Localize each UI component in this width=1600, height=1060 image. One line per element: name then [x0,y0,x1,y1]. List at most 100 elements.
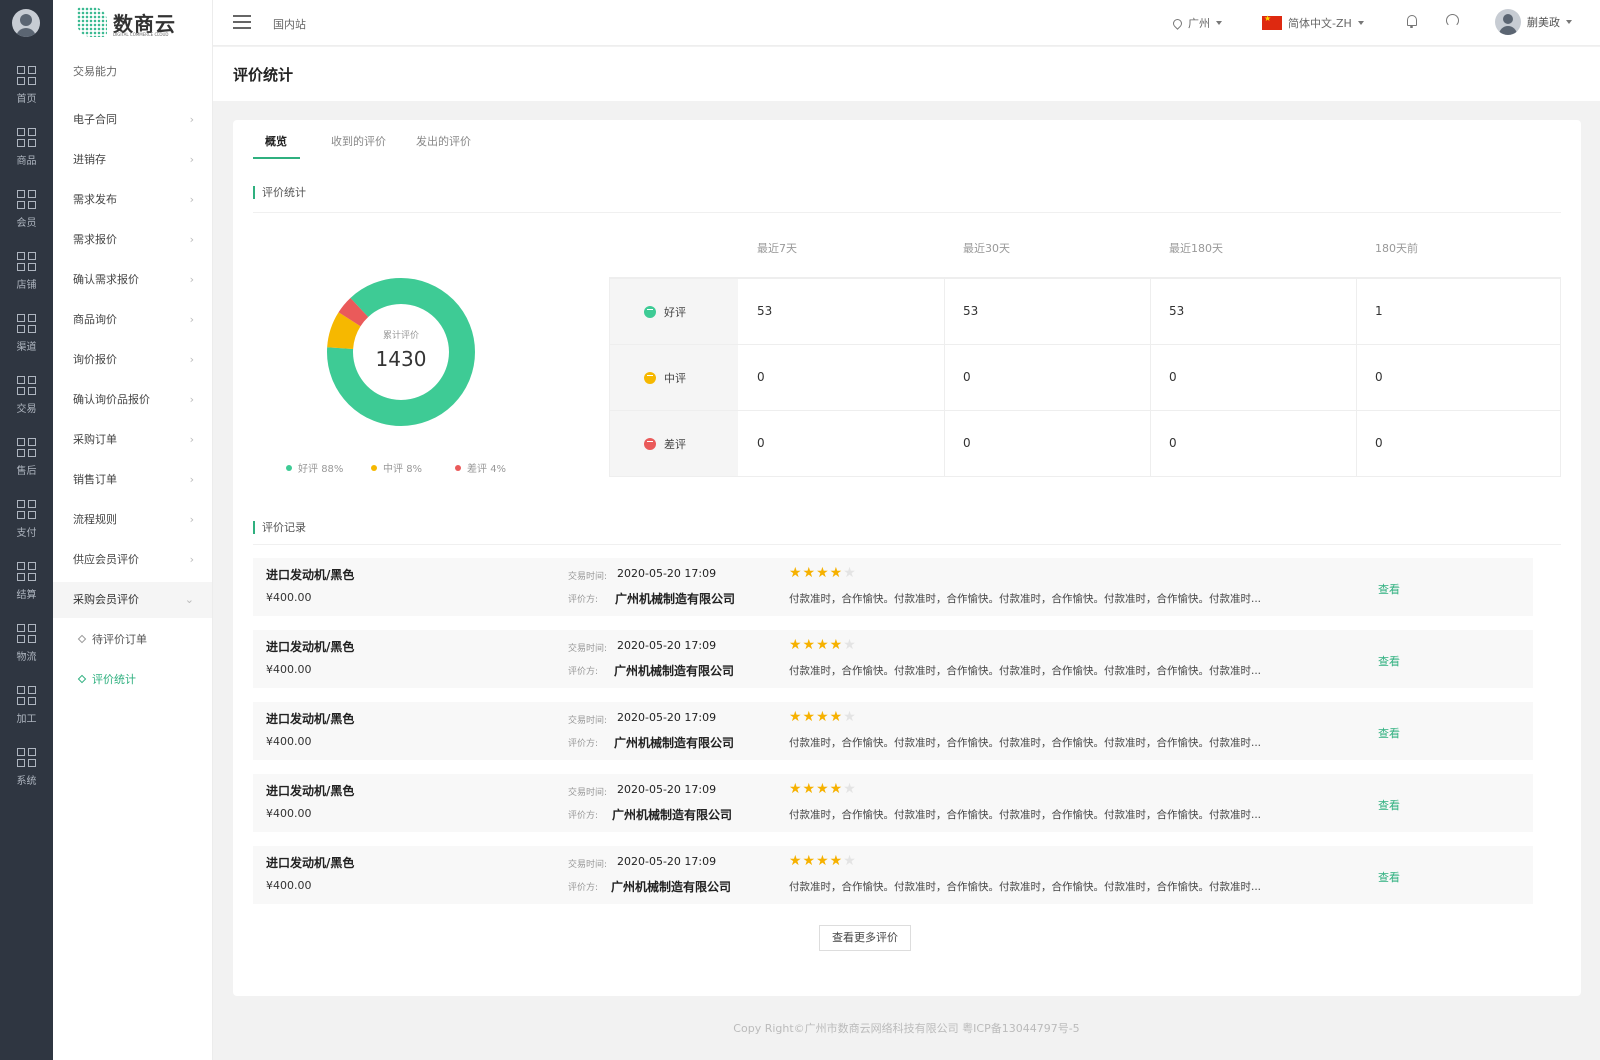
view-review-link[interactable]: 查看 [1378,869,1400,885]
legend-name: 中评 [383,464,403,475]
rail-item-settlement[interactable]: 结算 [0,562,53,622]
product-name: 进口发动机/黑色 [266,856,355,870]
menu-icon[interactable] [233,15,251,29]
sidebar-item-label: 进销存 [73,153,106,166]
sidebar-subitem-pending-orders[interactable]: 待评价订单 [53,622,212,658]
sidebar-subitem-label: 评价统计 [92,673,136,686]
location-selector[interactable]: 广州 [1171,15,1222,31]
tab-sent-reviews[interactable]: 发出的评价 [416,133,471,149]
sidebar-item-product-inquiry[interactable]: 商品询价 › [53,302,212,338]
user-menu[interactable]: 蒯美政 [1495,9,1572,35]
tab-received-reviews[interactable]: 收到的评价 [331,133,386,149]
rail-item-logistics[interactable]: 物流 [0,624,53,684]
rail-item-label: 渠道 [16,342,37,353]
view-review-link[interactable]: 查看 [1378,581,1400,597]
rating-stars: ★★★★★ [789,565,857,581]
product-price: ¥400.00 [266,735,312,748]
section-title-records: 评价记录 [253,521,306,534]
row-label-bad: 差评 [644,436,686,452]
sidebar-item-demand-publish[interactable]: 需求发布 › [53,182,212,218]
review-record: 进口发动机/黑色 ¥400.00 交易时间: 2020-05-20 17:09 … [253,558,1533,616]
review-stats-table: 好评 53 53 53 1 中评 0 0 0 0 差评 0 0 0 0 [609,277,1561,477]
review-donut-chart: 累计评价 1430 [325,276,477,428]
brand-logo[interactable]: 数商云 DIGITAL COMMERCE CLOUD [77,7,187,39]
sidebar-item-confirm-inquiry-quote[interactable]: 确认询价品报价 › [53,382,212,418]
legend-pct: 4% [490,464,507,475]
sidebar-item-label: 流程规则 [73,513,117,526]
sidebar-item-sales-order[interactable]: 销售订单 › [53,462,212,498]
product-name: 进口发动机/黑色 [266,712,355,726]
sidebar-item-label: 电子合同 [73,113,117,126]
rail-item-channel[interactable]: 渠道 [0,314,53,374]
load-more-reviews-button[interactable]: 查看更多评价 [819,925,911,951]
sidebar-item-inquiry-quote[interactable]: 询价报价 › [53,342,212,378]
chevron-right-icon: › [189,273,194,286]
sidebar-item-demand-quote[interactable]: 需求报价 › [53,222,212,258]
grid-icon [16,748,37,768]
view-review-link[interactable]: 查看 [1378,725,1400,741]
rail-item-processing[interactable]: 加工 [0,686,53,746]
sidebar-item-confirm-demand-quote[interactable]: 确认需求报价 › [53,262,212,298]
trade-time-label: 交易时间: [568,788,608,798]
sidebar-subitem-review-stats[interactable]: 评价统计 [53,662,212,698]
section-title-stats: 评价统计 [253,186,306,199]
row-label-good: 好评 [644,304,686,320]
chevron-right-icon: › [189,113,194,126]
rail-item-shop[interactable]: 店铺 [0,252,53,312]
tab-overview[interactable]: 概览 [265,133,287,149]
rail-item-member[interactable]: 会员 [0,190,53,250]
review-record: 进口发动机/黑色 ¥400.00 交易时间: 2020-05-20 17:09 … [253,846,1533,904]
rail-item-label: 商品 [16,156,37,167]
column-header: 最近7天 [757,242,797,255]
rail-item-goods[interactable]: 商品 [0,128,53,188]
sidebar-item-label: 销售订单 [73,473,117,486]
column-header: 180天前 [1375,242,1418,255]
row-label-text: 差评 [664,438,686,451]
site-switcher[interactable]: 国内站 [273,16,306,32]
sidebar-item-label: 需求发布 [73,193,117,206]
table-cell: 0 [963,436,971,450]
rail-item-label: 售后 [16,466,37,477]
rail-item-trade[interactable]: 交易 [0,376,53,436]
trade-time: 2020-05-20 17:09 [617,783,717,796]
main-card: 概览 收到的评价 发出的评价 评价统计 累计评价 1430 好评 88% 中评 … [233,120,1581,996]
reviewer-name: 广州机械制造有限公司 [615,592,736,606]
avatar[interactable] [12,9,40,37]
sidebar-item-label: 确认需求报价 [73,273,139,286]
legend-pct: 88% [321,464,344,475]
sidebar-item-supplier-review[interactable]: 供应会员评价 › [53,542,212,578]
view-review-link[interactable]: 查看 [1378,797,1400,813]
rail-item-aftersale[interactable]: 售后 [0,438,53,498]
review-record: 进口发动机/黑色 ¥400.00 交易时间: 2020-05-20 17:09 … [253,630,1533,688]
grid-icon [16,314,37,334]
sidebar-item-buyer-review[interactable]: 采购会员评价 ⌄ [53,582,212,618]
grid-icon [16,376,37,396]
legend-pct: 8% [406,464,423,475]
language-selector[interactable]: 简体中文-ZH [1262,14,1364,31]
rating-stars: ★★★★★ [789,781,857,797]
review-text: 付款准时，合作愉快。付款准时，合作愉快。付款准时，合作愉快。付款准时，合作愉快。… [789,737,1262,749]
trade-time-label: 交易时间: [568,860,608,870]
table-row: 中评 0 0 0 0 [610,344,1560,410]
view-review-link[interactable]: 查看 [1378,653,1400,669]
bell-icon[interactable] [1407,15,1417,28]
sidebar-item-inventory[interactable]: 进销存 › [53,142,212,178]
review-record: 进口发动机/黑色 ¥400.00 交易时间: 2020-05-20 17:09 … [253,774,1533,832]
rail-item-label: 结算 [16,590,37,601]
sidebar-item-purchase-order[interactable]: 采购订单 › [53,422,212,458]
legend-dot [286,465,292,471]
rail-item-payment[interactable]: 支付 [0,500,53,560]
page-header: 评价统计 [213,47,1600,101]
rail-item-label: 加工 [16,714,37,725]
table-cell: 0 [1375,436,1383,450]
sidebar-item-process-rules[interactable]: 流程规则 › [53,502,212,538]
divider [253,212,1561,213]
grid-icon [16,190,37,210]
headset-icon[interactable] [1446,14,1459,27]
sidebar-item-e-contract[interactable]: 电子合同 › [53,102,212,138]
chevron-right-icon: › [189,153,194,166]
rail-item-system[interactable]: 系统 [0,748,53,808]
legend-item-bad: 差评 4% [455,460,506,475]
rail-item-home[interactable]: 首页 [0,66,53,126]
footer-copyright: Copy Right©广州市数商云网络科技有限公司 粤ICP备13044797号… [733,1022,1080,1035]
